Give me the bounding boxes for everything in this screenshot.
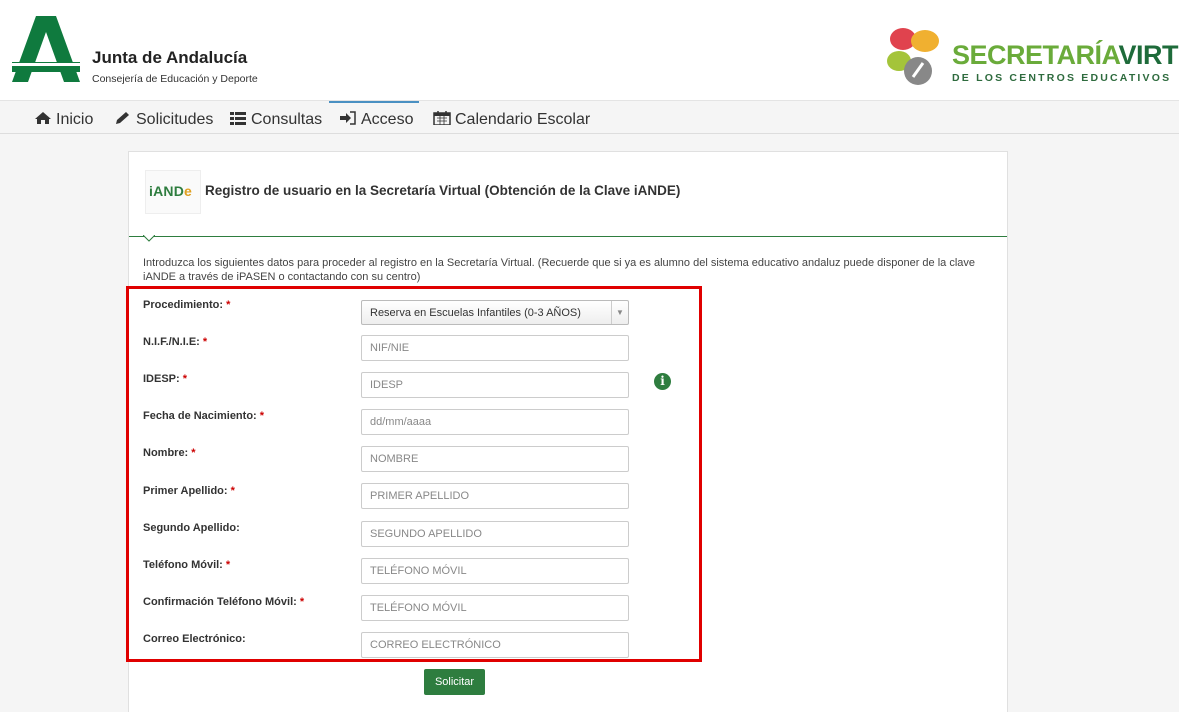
sign-in-icon [340,111,356,125]
iande-logo: iANDe [145,170,201,214]
solicitar-button[interactable]: Solicitar [424,669,485,695]
header-caret-icon [143,235,155,242]
iande-logo-text: iANDe [149,183,192,199]
nav-item-acceso[interactable]: Acceso [329,101,419,133]
calendar-icon [433,111,451,125]
pencil-icon [116,112,129,124]
nav-item-solicitudes[interactable]: Solicitudes [114,101,213,133]
list-icon [230,112,246,125]
secretaria-virtual-title: SECRETARÍAVIRTUAL [952,40,1179,71]
nav-label: Solicitudes [136,111,214,128]
home-icon [35,112,51,124]
iande-logo-e: e [184,183,193,199]
nav-label: Consultas [251,111,323,128]
nav-item-inicio[interactable]: Inicio [34,101,93,133]
intro-text: Introduzca los siguientes datos para pro… [143,257,976,283]
junta-andalucia-logo[interactable] [10,14,82,84]
panel-title: Registro de usuario en la Secretaría Vir… [205,183,681,198]
brand-subtitle: Consejería de Educación y Deporte [92,73,258,85]
nav-label: Acceso [361,111,414,128]
nav-item-consultas[interactable]: Consultas [229,101,322,133]
main-nav: Inicio Solicitudes Consultas Acceso Cale… [0,100,1179,134]
panel-header: iANDe Registro de usuario en la Secretar… [129,152,1007,237]
secretaria-virtual-logo[interactable] [885,25,951,89]
nav-label: Calendario Escolar [455,111,591,128]
site-header: Junta de Andalucía Consejería de Educaci… [0,0,1179,100]
nav-label: Inicio [56,111,94,128]
sv-title-part2: VIRTUAL [1118,40,1179,70]
iande-logo-main: iAND [149,183,185,199]
highlight-box [126,286,702,662]
secretaria-virtual-subtitle: DE LOS CENTROS EDUCATIVOS [952,72,1172,84]
brand-title: Junta de Andalucía [92,48,248,67]
sv-title-part1: SECRETARÍA [952,40,1119,70]
nav-item-calendario[interactable]: Calendario Escolar [433,101,590,133]
